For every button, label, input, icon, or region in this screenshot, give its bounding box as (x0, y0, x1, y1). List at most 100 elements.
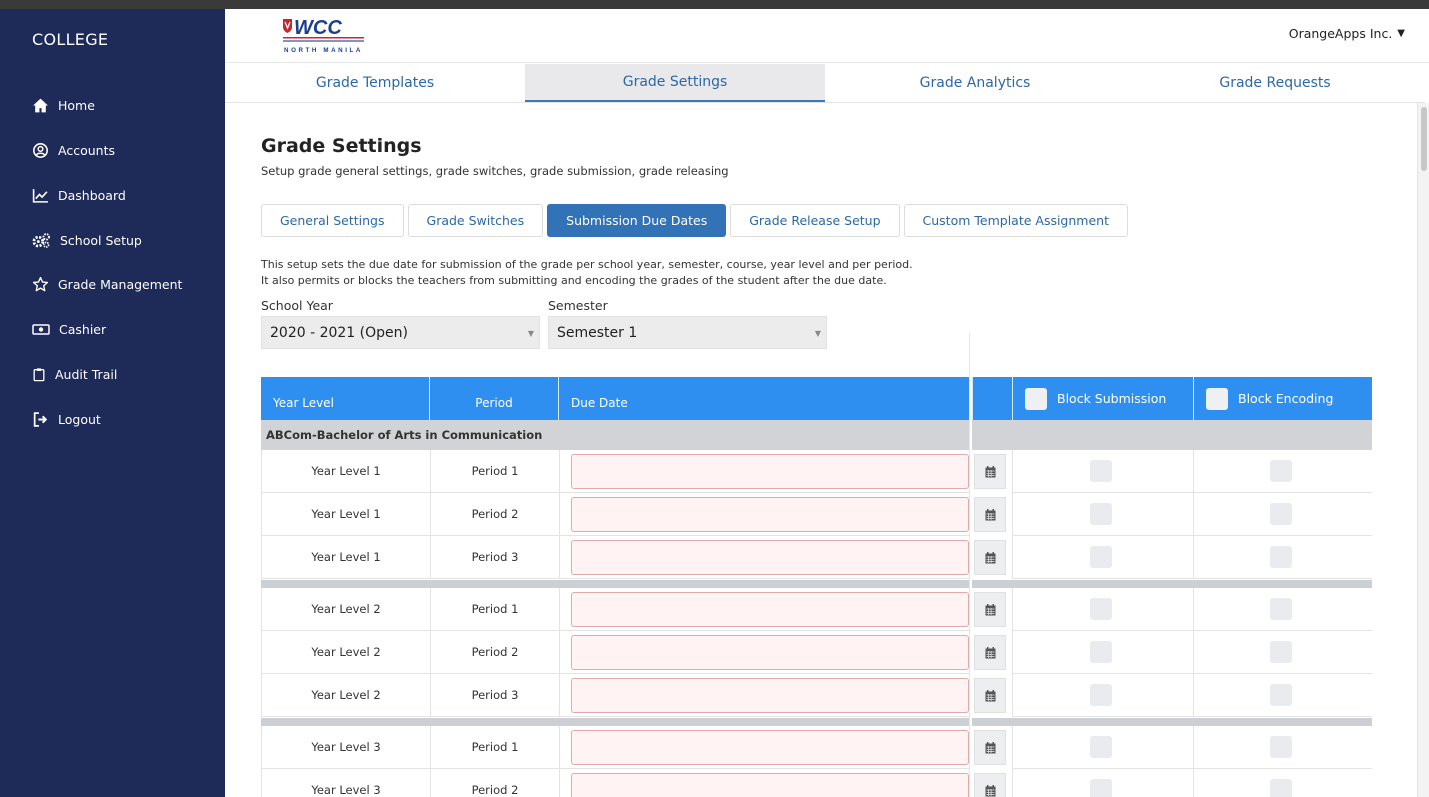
subtab-submission-due-dates[interactable]: Submission Due Dates (547, 204, 727, 237)
sidebar: COLLEGE Home Accounts Dashboard School S… (0, 9, 225, 797)
wcc-logo[interactable]: WCC NORTH MANILA (282, 16, 366, 56)
block-submission-checkbox[interactable] (1090, 460, 1112, 482)
due-date-input[interactable] (571, 592, 969, 627)
due-date-input[interactable] (571, 635, 969, 670)
block-encoding-checkbox[interactable] (1270, 598, 1292, 620)
subtab-custom-template-assignment[interactable]: Custom Template Assignment (903, 204, 1128, 237)
scrollbar-thumb[interactable] (1421, 107, 1427, 171)
calendar-icon (985, 508, 995, 520)
block-submission-checkbox[interactable] (1090, 598, 1112, 620)
window-top-strip (0, 0, 1429, 9)
block-encoding-checkbox[interactable] (1270, 684, 1292, 706)
block-submission-checkbox[interactable] (1090, 641, 1112, 663)
due-date-input[interactable] (571, 678, 969, 713)
calendar-button[interactable] (974, 678, 1006, 713)
due-date-input[interactable] (571, 773, 969, 797)
block-encoding-checkbox[interactable] (1270, 779, 1292, 797)
period-cell: Period 2 (430, 769, 559, 797)
calendar-button[interactable] (974, 497, 1006, 532)
block-submission-checkbox[interactable] (1090, 546, 1112, 568)
sidebar-item-home[interactable]: Home (32, 93, 95, 117)
subtab-general-settings[interactable]: General Settings (261, 204, 404, 237)
block-encoding-checkbox[interactable] (1270, 641, 1292, 663)
tab-grade-templates[interactable]: Grade Templates (225, 64, 525, 102)
sidebar-item-label: Logout (58, 411, 101, 427)
due-date-input[interactable] (571, 730, 969, 765)
year-level-cell: Year Level 3 (261, 769, 430, 797)
calendar-button[interactable] (974, 773, 1006, 797)
year-level-separator (261, 718, 969, 726)
calendar-button[interactable] (974, 540, 1006, 575)
calendar-icon (985, 646, 995, 658)
semester-value: Semester 1 (557, 324, 638, 341)
calendar-button[interactable] (974, 592, 1006, 627)
year-level-cell: Year Level 2 (261, 631, 430, 674)
svg-text:WCC: WCC (294, 17, 342, 39)
tab-grade-analytics[interactable]: Grade Analytics (825, 64, 1125, 102)
period-cell: Period 1 (430, 588, 559, 631)
sidebar-item-label: School Setup (60, 232, 142, 248)
sidebar-item-logout[interactable]: Logout (32, 407, 101, 431)
page-scrollbar[interactable] (1417, 103, 1429, 797)
calendar-icon (985, 784, 995, 796)
school-year-label: School Year (261, 298, 333, 313)
block-encoding-checkbox[interactable] (1270, 546, 1292, 568)
block-submission-checkbox[interactable] (1090, 779, 1112, 797)
subtab-grade-release-setup[interactable]: Grade Release Setup (730, 204, 900, 237)
block-encoding-checkbox[interactable] (1270, 460, 1292, 482)
tab-grade-requests[interactable]: Grade Requests (1125, 64, 1425, 102)
tab-grade-settings[interactable]: Grade Settings (525, 64, 825, 102)
calendar-button[interactable] (974, 454, 1006, 489)
due-date-input[interactable] (571, 454, 969, 489)
block-submission-checkbox[interactable] (1090, 684, 1112, 706)
col-header-period: Period (430, 377, 559, 420)
due-date-input[interactable] (571, 540, 969, 575)
school-year-select[interactable]: 2020 - 2021 (Open) ▼ (261, 316, 540, 349)
sidebar-item-audit-trail[interactable]: Audit Trail (32, 362, 117, 386)
col-header-block-submission: Block Submission (1012, 377, 1193, 420)
block-submission-checkbox[interactable] (1090, 503, 1112, 525)
sidebar-item-label: Dashboard (58, 187, 126, 203)
calendar-button[interactable] (974, 635, 1006, 670)
clipboard-icon (33, 367, 45, 381)
sidebar-item-grade-management[interactable]: Grade Management (32, 272, 182, 296)
sidebar-item-label: Grade Management (58, 276, 183, 292)
year-level-cell: Year Level 3 (261, 726, 430, 769)
block-encoding-checkbox[interactable] (1270, 503, 1292, 525)
block-encoding-label: Block Encoding (1238, 391, 1334, 406)
gears-icon (32, 232, 50, 248)
due-date-input[interactable] (571, 497, 969, 532)
calendar-col-header (972, 377, 1012, 420)
year-level-cell: Year Level 1 (261, 493, 430, 536)
subtab-grade-switches[interactable]: Grade Switches (407, 204, 544, 237)
sidebar-item-accounts[interactable]: Accounts (32, 138, 115, 162)
col-header-due-date: Due Date (559, 377, 969, 420)
school-year-value: 2020 - 2021 (Open) (270, 324, 408, 341)
sidebar-brand: COLLEGE (32, 30, 109, 49)
sidebar-item-dashboard[interactable]: Dashboard (32, 183, 126, 207)
sidebar-item-label: Home (58, 97, 95, 113)
sidebar-item-cashier[interactable]: Cashier (32, 317, 106, 341)
line-chart-icon (32, 188, 48, 203)
column-divider (969, 333, 970, 797)
period-cell: Period 3 (430, 674, 559, 717)
period-cell: Period 1 (430, 450, 559, 493)
year-level-separator (261, 580, 969, 588)
top-tabs: Grade Templates Grade Settings Grade Ana… (225, 64, 1425, 103)
block-encoding-all-checkbox[interactable] (1206, 387, 1228, 410)
select-arrow-icon: ▼ (814, 329, 821, 338)
semester-select[interactable]: Semester 1 ▼ (548, 316, 827, 349)
user-menu[interactable]: OrangeApps Inc. ▼ (1289, 26, 1405, 41)
period-cell: Period 1 (430, 726, 559, 769)
select-arrow-icon: ▼ (527, 329, 534, 338)
calendar-button[interactable] (974, 730, 1006, 765)
calendar-icon (985, 551, 995, 563)
block-encoding-checkbox[interactable] (1270, 736, 1292, 758)
sidebar-item-school-setup[interactable]: School Setup (32, 228, 142, 252)
description-line: It also permits or blocks the teachers f… (261, 273, 887, 287)
user-circle-icon (33, 142, 48, 158)
course-group-row-right (972, 420, 1372, 450)
block-submission-all-checkbox[interactable] (1025, 387, 1047, 410)
period-cell: Period 2 (430, 493, 559, 536)
block-submission-checkbox[interactable] (1090, 736, 1112, 758)
